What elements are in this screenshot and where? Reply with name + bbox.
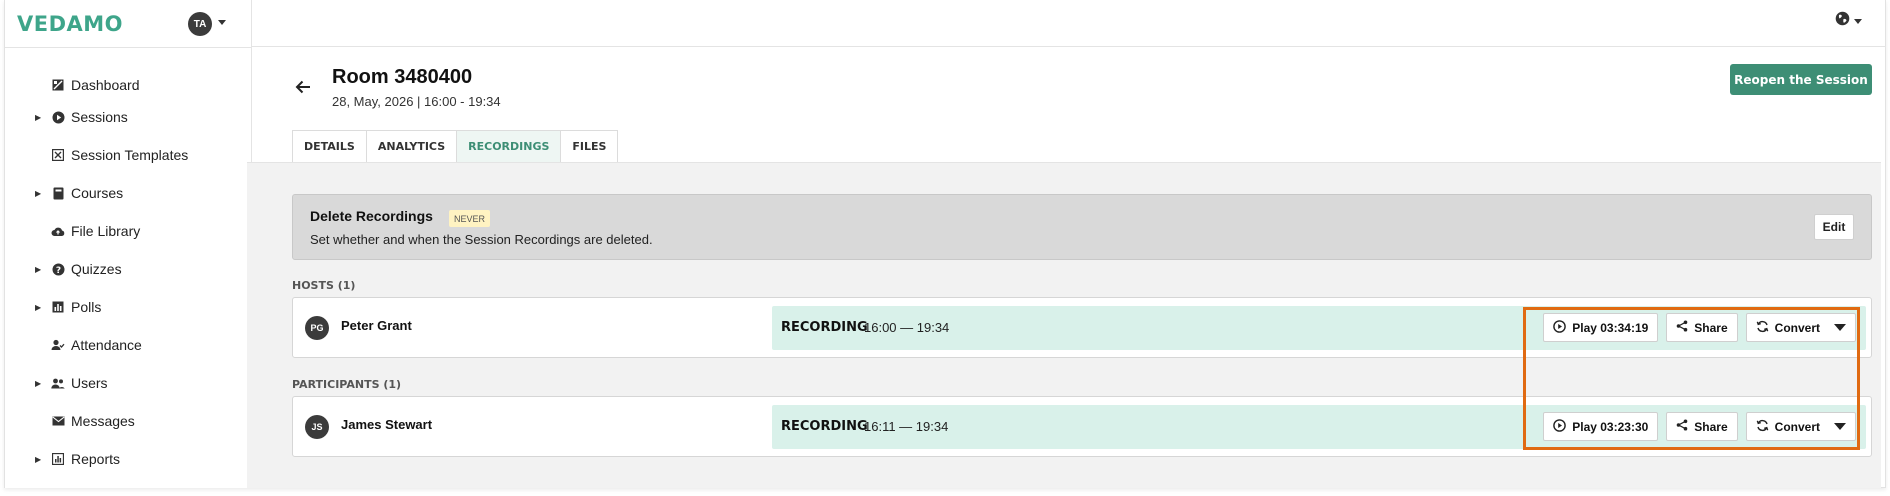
- expand-arrow-icon[interactable]: ▶: [35, 189, 43, 198]
- delete-recordings-title: Delete Recordings: [310, 208, 433, 224]
- page-title: Room 3480400: [332, 66, 473, 88]
- globe-icon: [1835, 11, 1850, 31]
- reopen-session-button[interactable]: Reopen the Session: [1730, 64, 1872, 95]
- bar-chart-icon: [51, 300, 65, 314]
- dashboard-icon: [51, 78, 65, 92]
- user-check-icon: [51, 338, 65, 352]
- sidebar-item-label: Session Templates: [71, 147, 189, 163]
- envelope-icon: [51, 414, 65, 428]
- expand-arrow-icon[interactable]: ▶: [35, 113, 43, 122]
- vedamo-logo[interactable]: VEDAMO: [17, 12, 123, 36]
- sidebar-item-label: Sessions: [71, 109, 128, 125]
- expand-arrow-icon[interactable]: ▶: [35, 379, 43, 388]
- sidebar-item-session-templates[interactable]: Session Templates: [35, 142, 188, 168]
- sidebar-item-label: Messages: [71, 413, 135, 429]
- hosts-section-label: HOSTS (1): [292, 279, 356, 292]
- recording-time-range: 16:00 — 19:34: [864, 320, 950, 335]
- play-circle-icon: [51, 110, 65, 124]
- avatar: JS: [305, 415, 329, 439]
- sidebar-item-messages[interactable]: Messages: [35, 408, 135, 434]
- sidebar-item-users[interactable]: ▶ Users: [35, 370, 108, 396]
- sidebar-item-dashboard[interactable]: Dashboard: [35, 72, 140, 98]
- avatar: PG: [305, 316, 329, 340]
- participants-section-label: PARTICIPANTS (1): [292, 378, 402, 391]
- recording-time-range: 16:11 — 19:34: [864, 419, 949, 434]
- recording-label: RECORDING: [781, 320, 868, 335]
- sidebar-item-label: File Library: [71, 223, 141, 239]
- app-frame: VEDAMO TA Dashboard ▶ Sessions Session T…: [0, 0, 1890, 496]
- sidebar-item-courses[interactable]: ▶ Courses: [35, 180, 123, 206]
- template-icon: [51, 148, 65, 162]
- recording-label: RECORDING: [781, 419, 868, 434]
- sidebar-item-label: Courses: [71, 185, 124, 201]
- delete-recordings-panel: Delete Recordings NEVER Set whether and …: [292, 194, 1872, 260]
- question-circle-icon: ?: [51, 262, 65, 276]
- highlight-annotation-box: [1523, 307, 1860, 450]
- top-bar: [252, 0, 1886, 47]
- sidebar-item-label: Users: [71, 375, 108, 391]
- sidebar-item-label: Polls: [71, 299, 102, 315]
- users-icon: [51, 376, 65, 390]
- host-name: Peter Grant: [341, 318, 412, 333]
- status-badge: NEVER: [449, 210, 491, 227]
- book-icon: [51, 186, 65, 200]
- sidebar-item-label: Dashboard: [71, 77, 140, 93]
- delete-recordings-description: Set whether and when the Session Recordi…: [310, 232, 653, 247]
- back-arrow-icon[interactable]: [295, 78, 311, 99]
- sidebar-item-label: Reports: [71, 451, 121, 467]
- expand-arrow-icon[interactable]: ▶: [35, 455, 43, 464]
- sidebar-item-polls[interactable]: ▶ Polls: [35, 294, 101, 320]
- language-selector[interactable]: [1835, 11, 1862, 31]
- tab-bar: DETAILS ANALYTICS RECORDINGS FILES: [292, 130, 619, 163]
- expand-arrow-icon[interactable]: ▶: [35, 265, 43, 274]
- edit-button[interactable]: Edit: [1814, 214, 1854, 240]
- sidebar-item-attendance[interactable]: Attendance: [35, 332, 142, 358]
- expand-arrow-icon[interactable]: ▶: [35, 303, 43, 312]
- sidebar-item-reports[interactable]: ▶ Reports: [35, 446, 120, 472]
- user-menu-caret-icon[interactable]: [218, 20, 226, 25]
- sidebar-item-label: Quizzes: [71, 261, 122, 277]
- sidebar-divider: [5, 47, 252, 48]
- tab-details[interactable]: DETAILS: [292, 130, 366, 163]
- cloud-upload-icon: [51, 224, 65, 238]
- sidebar-item-sessions[interactable]: ▶ Sessions: [35, 104, 128, 130]
- participant-name: James Stewart: [341, 417, 433, 432]
- report-chart-icon: [51, 452, 65, 466]
- tab-files[interactable]: FILES: [560, 130, 619, 163]
- user-avatar[interactable]: TA: [188, 12, 212, 36]
- svg-text:?: ?: [55, 265, 60, 275]
- tab-analytics[interactable]: ANALYTICS: [365, 130, 457, 163]
- tab-recordings[interactable]: RECORDINGS: [456, 130, 561, 163]
- sidebar-item-quizzes[interactable]: ▶ ? Quizzes: [35, 256, 122, 282]
- sidebar-item-file-library[interactable]: File Library: [35, 218, 140, 244]
- session-date: 28, May, 2026 | 16:00 - 19:34: [332, 94, 501, 109]
- sidebar-item-label: Attendance: [71, 337, 142, 353]
- sidebar: VEDAMO TA Dashboard ▶ Sessions Session T…: [5, 0, 252, 488]
- chevron-down-icon: [1854, 18, 1862, 24]
